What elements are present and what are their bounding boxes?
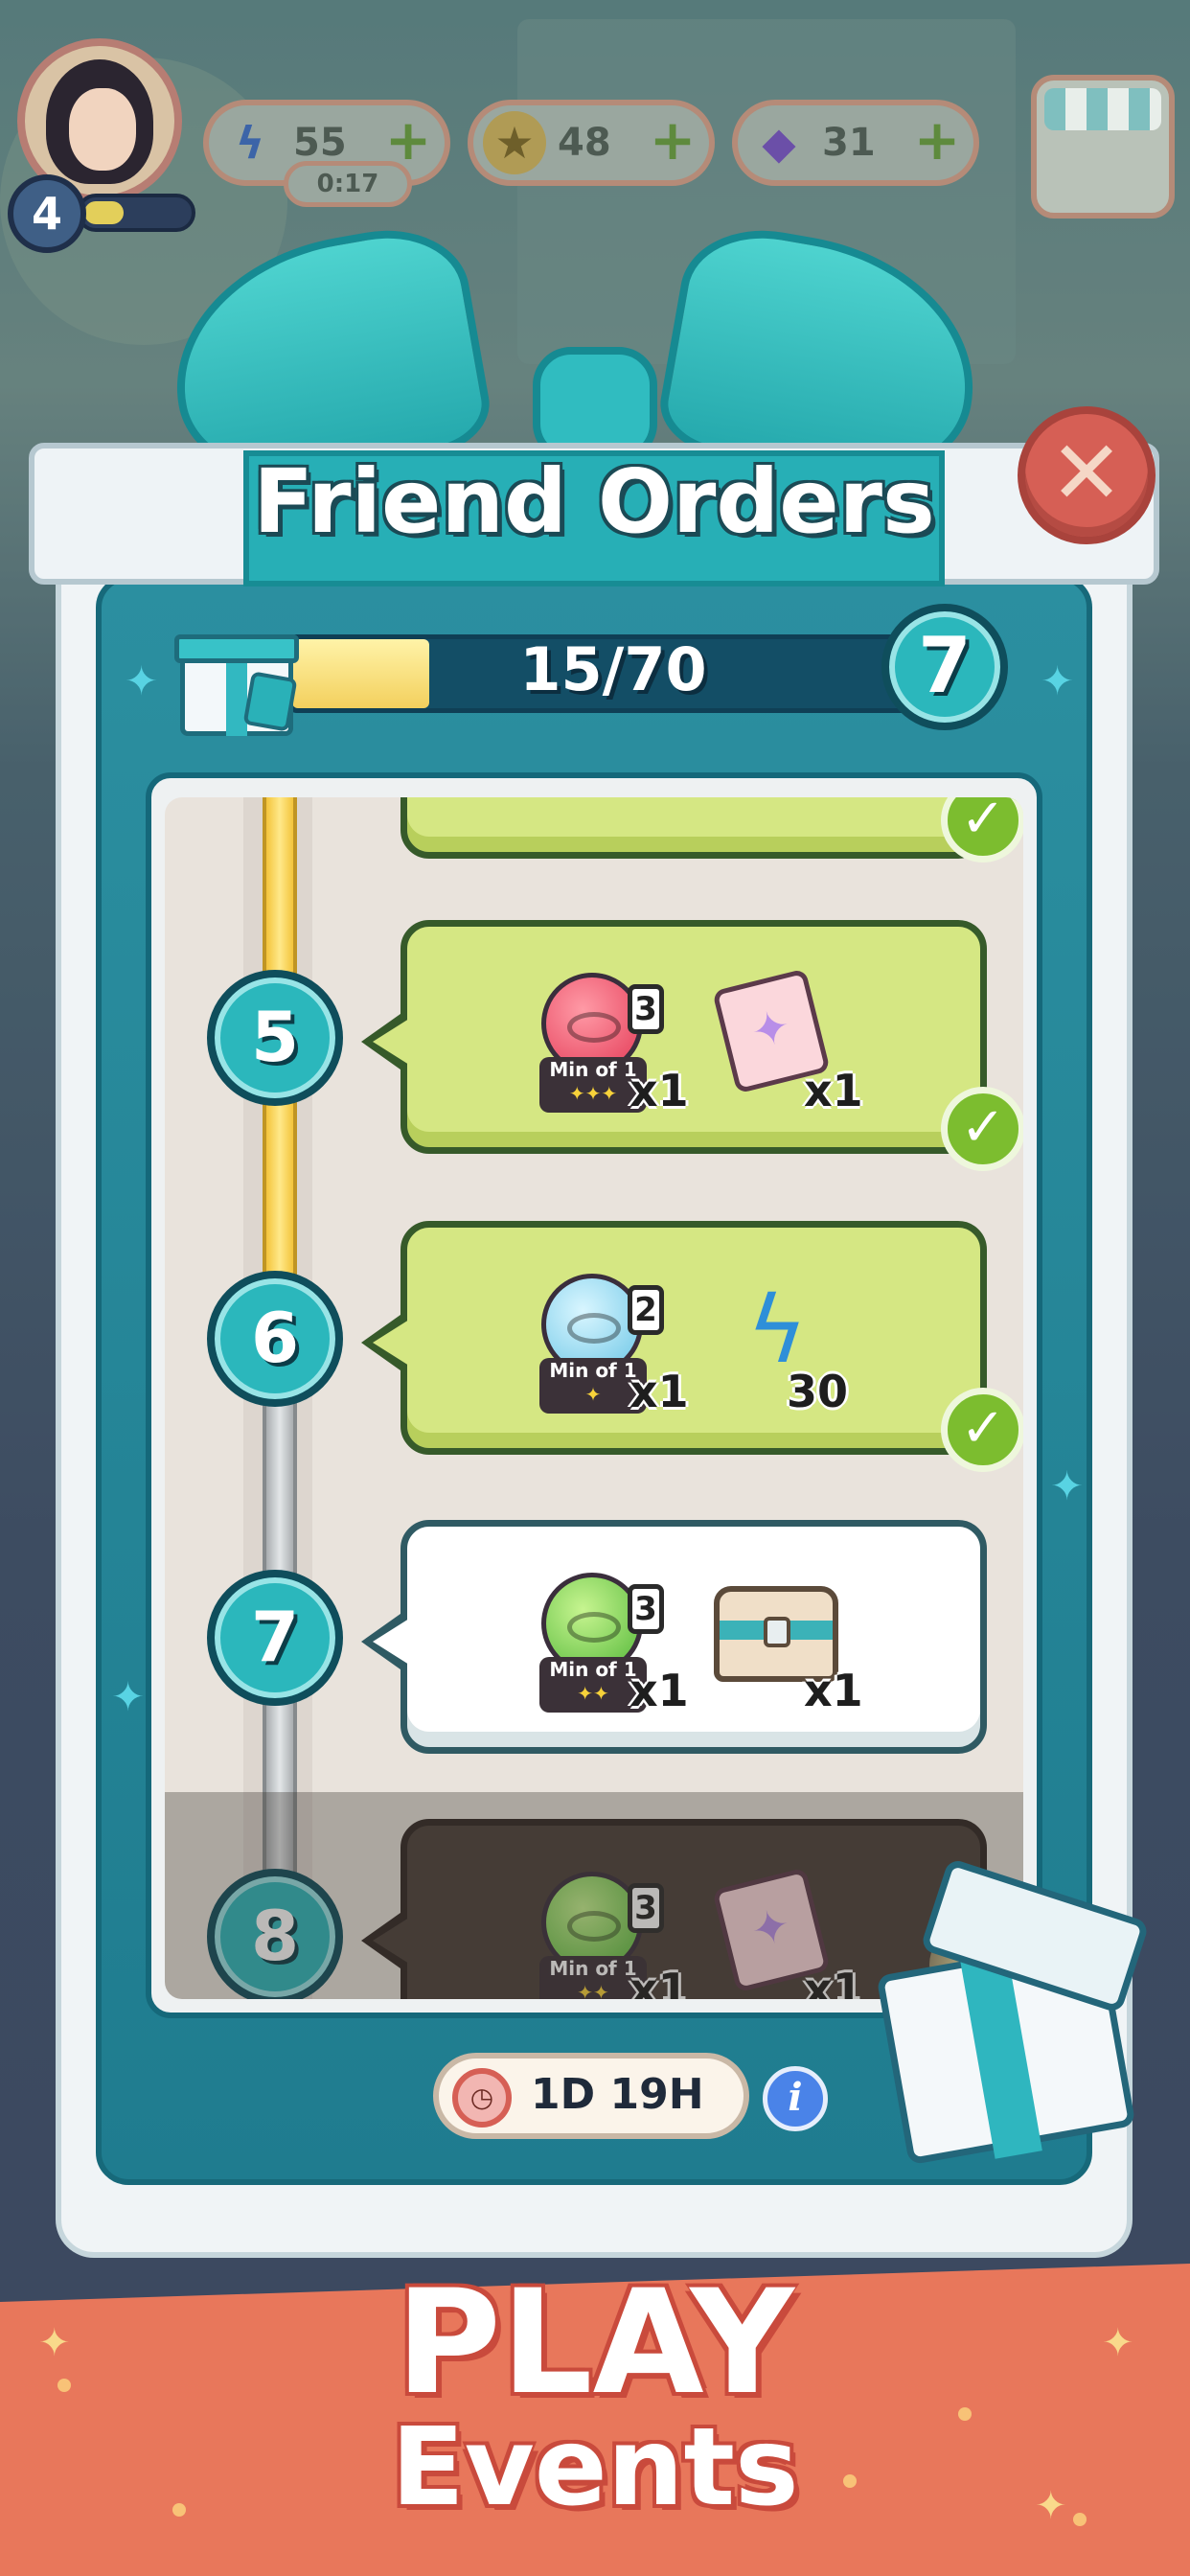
- open-gift-box-icon: [872, 1850, 1179, 2195]
- shop-button[interactable]: [1031, 75, 1175, 218]
- order-bubble-6[interactable]: 2 Min of 1 ✦ x1 ϟ 30: [361, 1221, 987, 1455]
- check-icon: ✓: [941, 1388, 1023, 1472]
- orb-tier-badge: 3: [628, 1584, 664, 1634]
- orb-quantity: x1: [629, 1065, 689, 1116]
- order-list[interactable]: ✓ 5 3 Min of 1 ✦✦✦ x1 ✦ x1 ✓ 6 2 Min of 1…: [146, 772, 1042, 2018]
- order-level-circle: 7: [881, 604, 1008, 730]
- order-bubble-previous: [400, 797, 987, 859]
- banner-title: PLAY: [396, 2260, 794, 2426]
- order-bubble-5[interactable]: 3 Min of 1 ✦✦✦ x1 ✦ x1: [361, 920, 987, 1154]
- order-step-5: 5: [207, 970, 343, 1106]
- energy-value: 55: [293, 121, 347, 165]
- coin-counter[interactable]: ★ 48 +: [468, 100, 715, 186]
- xp-progress-fill: [84, 201, 124, 224]
- friend-tag-icon: [242, 671, 298, 732]
- orb-tier-badge: 2: [628, 1285, 664, 1335]
- gift-box-icon[interactable]: [174, 613, 305, 738]
- add-gems-button[interactable]: +: [912, 112, 962, 168]
- lightning-icon: ϟ: [235, 117, 265, 169]
- coin-value: 48: [558, 121, 611, 165]
- orb-quantity: x1: [629, 1665, 689, 1716]
- info-button[interactable]: i: [763, 2066, 828, 2131]
- sparkle-icon: ✦: [1041, 657, 1075, 704]
- add-coins-button[interactable]: +: [648, 112, 698, 168]
- xp-progress-bar: [77, 194, 195, 232]
- popup-title: Friend Orders: [253, 450, 935, 553]
- add-energy-button[interactable]: +: [383, 112, 433, 168]
- clock-icon: ◷: [452, 2068, 512, 2128]
- gem-value: 31: [822, 121, 876, 165]
- order-bubble-7[interactable]: 3 Min of 1 ✦✦ x1 x1: [361, 1520, 987, 1754]
- close-button[interactable]: ✕: [1018, 406, 1156, 544]
- player-level-badge: 4: [8, 174, 86, 253]
- event-timer-text: 1D 19H: [531, 2070, 704, 2119]
- gem-counter[interactable]: ◆ 31 +: [732, 100, 979, 186]
- energy-refill-timer: 0:17: [284, 161, 412, 207]
- event-timer: ◷ 1D 19H: [433, 2053, 749, 2139]
- banner-subtitle: Events: [391, 2405, 799, 2530]
- sparkle-icon: ✦: [125, 657, 159, 704]
- sparkle-icon: ✦: [111, 1673, 146, 1720]
- orb-quantity: x1: [629, 1366, 689, 1417]
- shop-awning-icon: [1044, 88, 1161, 130]
- order-step-7: 7: [207, 1570, 343, 1706]
- reward-quantity: x1: [804, 1665, 863, 1716]
- reward-quantity: x1: [804, 1065, 863, 1116]
- coin-icon: ★: [483, 111, 546, 174]
- check-icon: ✓: [941, 1087, 1023, 1171]
- order-step-6: 6: [207, 1271, 343, 1407]
- sparkle-icon: ✦: [1050, 1462, 1085, 1509]
- gem-icon: ◆: [762, 117, 796, 169]
- orb-tier-badge: 3: [628, 984, 664, 1034]
- order-progress-text: 15/70: [519, 634, 707, 704]
- order-list-scroll[interactable]: ✓ 5 3 Min of 1 ✦✦✦ x1 ✦ x1 ✓ 6 2 Min of 1…: [165, 797, 1023, 1999]
- reward-quantity: 30: [787, 1366, 849, 1417]
